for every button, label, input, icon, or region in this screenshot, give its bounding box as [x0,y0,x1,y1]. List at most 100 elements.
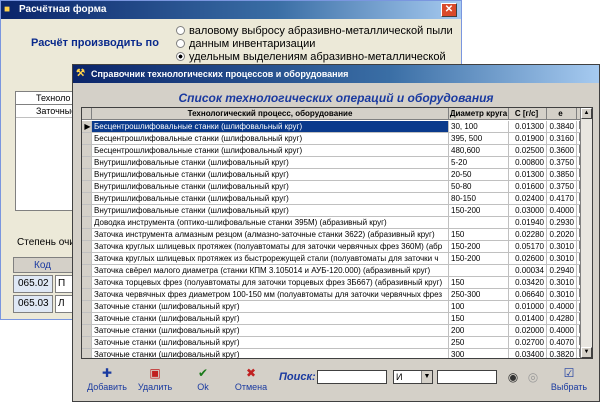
process-cell: Заточка свёрел малого диаметра (станки К… [92,265,449,276]
close-button[interactable]: ✕ [441,3,457,17]
header-process[interactable]: Технологический процесс, оборудование [92,108,449,120]
table-row[interactable]: Заточные станки (шлифовальный круг) 200 0.… [82,325,587,337]
c-cell: 0.03400 [509,349,547,358]
header-diameter[interactable]: Диаметр круга [449,108,509,120]
row-indicator [82,277,92,288]
e-cell: 0.2930 [547,217,577,228]
dialog-titlebar: ⚒ Справочник технологических процессов и… [73,65,599,83]
process-cell: Заточные станки (шлифовальный круг) [92,325,449,336]
delete-button[interactable]: ▣ Удалить [133,363,177,397]
add-button[interactable]: ✚ Добавить [85,363,129,397]
table-row[interactable]: Внутришлифовальные станки (шлифовальный … [82,181,587,193]
table-row[interactable]: Заточные станки (шлифовальный круг) 150 0.… [82,313,587,325]
process-cell: Внутришлифовальные станки (шлифовальный … [92,169,449,180]
c-cell: 0.06640 [509,289,547,300]
list-heading: Список технологических операций и оборуд… [178,91,494,105]
scroll-up-icon[interactable]: ▲ [581,108,592,119]
process-row[interactable]: Заточные ст [16,105,76,118]
diameter-cell: 150 [449,229,509,240]
c-cell: 0.01600 [509,181,547,192]
add-label: Добавить [87,382,127,392]
scroll-down-icon[interactable]: ▼ [581,347,592,358]
row-indicator [82,313,92,324]
row-indicator [82,145,92,156]
process-column-header: Техноло [16,92,76,105]
e-cell: 0.3750 [547,181,577,192]
ok-button[interactable]: ✔ Ok [181,363,225,397]
radio-inventory[interactable]: данным инвентаризации [176,38,315,50]
table-row[interactable]: Заточка инструмента алмазным резцом (алм… [82,229,587,241]
diameter-cell: 20-50 [449,169,509,180]
header-c[interactable]: C [г/с] [509,108,547,120]
tools-icon: ⚒ [76,68,85,79]
e-cell: 0.4000 [547,301,577,312]
c-cell: 0.02000 [509,325,547,336]
table-row[interactable]: Заточные станки (шлифовальный круг) 300 0.… [82,349,587,358]
process-cell: Заточные станки (шлифовальный круг) [92,349,449,358]
row-indicator [82,337,92,348]
table-row[interactable]: Заточка круглых шлицевых протяжек (полуа… [82,241,587,253]
table-row[interactable]: Внутришлифовальные станки (шлифовальный … [82,193,587,205]
vertical-scrollbar[interactable]: ▲ ▼ [580,108,592,358]
table-row[interactable]: Бесцентрошлифовальные станки (шлифовальн… [82,133,587,145]
ok-label: Ok [197,382,209,392]
choose-button[interactable]: ☑ Выбрать [547,363,591,397]
chevron-down-icon[interactable]: ▼ [421,371,432,383]
cancel-button[interactable]: ✖ Отмена [229,363,273,397]
process-cell: Бесцентрошлифовальные станки (шлифовальн… [92,121,449,132]
table-row[interactable]: Заточка торцевых фрез (полуавтоматы для … [82,277,587,289]
search-input-second[interactable] [437,370,497,384]
table-row[interactable]: Заточные станки (шлифовальный круг) 100 0.… [82,301,587,313]
process-cell: Бесцентрошлифовальные станки (шлифовальн… [92,133,449,144]
table-row[interactable]: ▶ Бесцентрошлифовальные станки (шлифоваль… [82,121,587,133]
diameter-cell: 480,600 [449,145,509,156]
e-cell: 0.3840 [547,121,577,132]
e-cell: 0.4000 [547,205,577,216]
table-row[interactable]: Внутришлифовальные станки (шлифовальный … [82,169,587,181]
table-row[interactable]: Внутришлифовальные станки (шлифовальный … [82,205,587,217]
table-row[interactable]: Заточные станки (шлифовальный круг) 250 0.… [82,337,587,349]
diameter-cell: 150-200 [449,241,509,252]
binoculars-icon[interactable]: ◉ [505,369,521,385]
row-indicator [82,229,92,240]
radio-gross-emission[interactable]: валовому выбросу абразивно-металлической… [176,25,453,37]
search-operator-select[interactable]: И ▼ [393,370,433,384]
grid-header: Технологический процесс, оборудование Ди… [82,108,580,120]
table-row[interactable]: Заточка червячных фрез диаметром 100-150… [82,289,587,301]
process-cell: Бесцентрошлифовальные станки (шлифовальн… [92,145,449,156]
row-indicator [82,325,92,336]
table-row[interactable]: Бесцентрошлифовальные станки (шлифовальн… [82,145,587,157]
process-cell: Заточные станки (шлифовальный круг) [92,313,449,324]
table-row[interactable]: Заточка круглых шлицевых протяжек из быс… [82,253,587,265]
binoculars-next-icon[interactable]: ◎ [525,369,541,385]
header-indicator [82,108,92,120]
row-indicator [82,205,92,216]
process-cell: Внутришлифовальные станки (шлифовальный … [92,181,449,192]
code-row[interactable]: 065.03 Л [13,295,75,313]
c-cell: 0.01400 [509,313,547,324]
e-cell: 0.3010 [547,289,577,300]
row-indicator [82,181,92,192]
search-input[interactable] [317,370,387,384]
diameter-cell: 395, 500 [449,133,509,144]
select-icon: ☑ [563,366,575,380]
calculation-form-title: Расчётная форма [19,4,107,15]
code-row[interactable]: 065.02 П [13,275,75,293]
diameter-cell: 300 [449,349,509,358]
app-icon: ■ [4,4,11,15]
choose-label: Выбрать [550,382,588,392]
diameter-cell: 80-150 [449,193,509,204]
table-row[interactable]: Доводка инструмента (оптико-шлифовальные… [82,217,587,229]
radio-icon [176,39,185,48]
process-cell: Внутришлифовальные станки (шлифовальный … [92,205,449,216]
table-row[interactable]: Внутришлифовальные станки (шлифовальный … [82,157,587,169]
diameter-cell: 50-80 [449,181,509,192]
process-grid[interactable]: Технологический процесс, оборудование Ди… [81,107,593,359]
header-e[interactable]: e [547,108,577,120]
table-row[interactable]: Заточка свёрел малого диаметра (станки К… [82,265,587,277]
diameter-cell: 200 [449,325,509,336]
process-cell: Заточка круглых шлицевых протяжек из быс… [92,253,449,264]
c-cell: 0.02600 [509,253,547,264]
diameter-cell: 150 [449,277,509,288]
e-cell: 0.3010 [547,241,577,252]
